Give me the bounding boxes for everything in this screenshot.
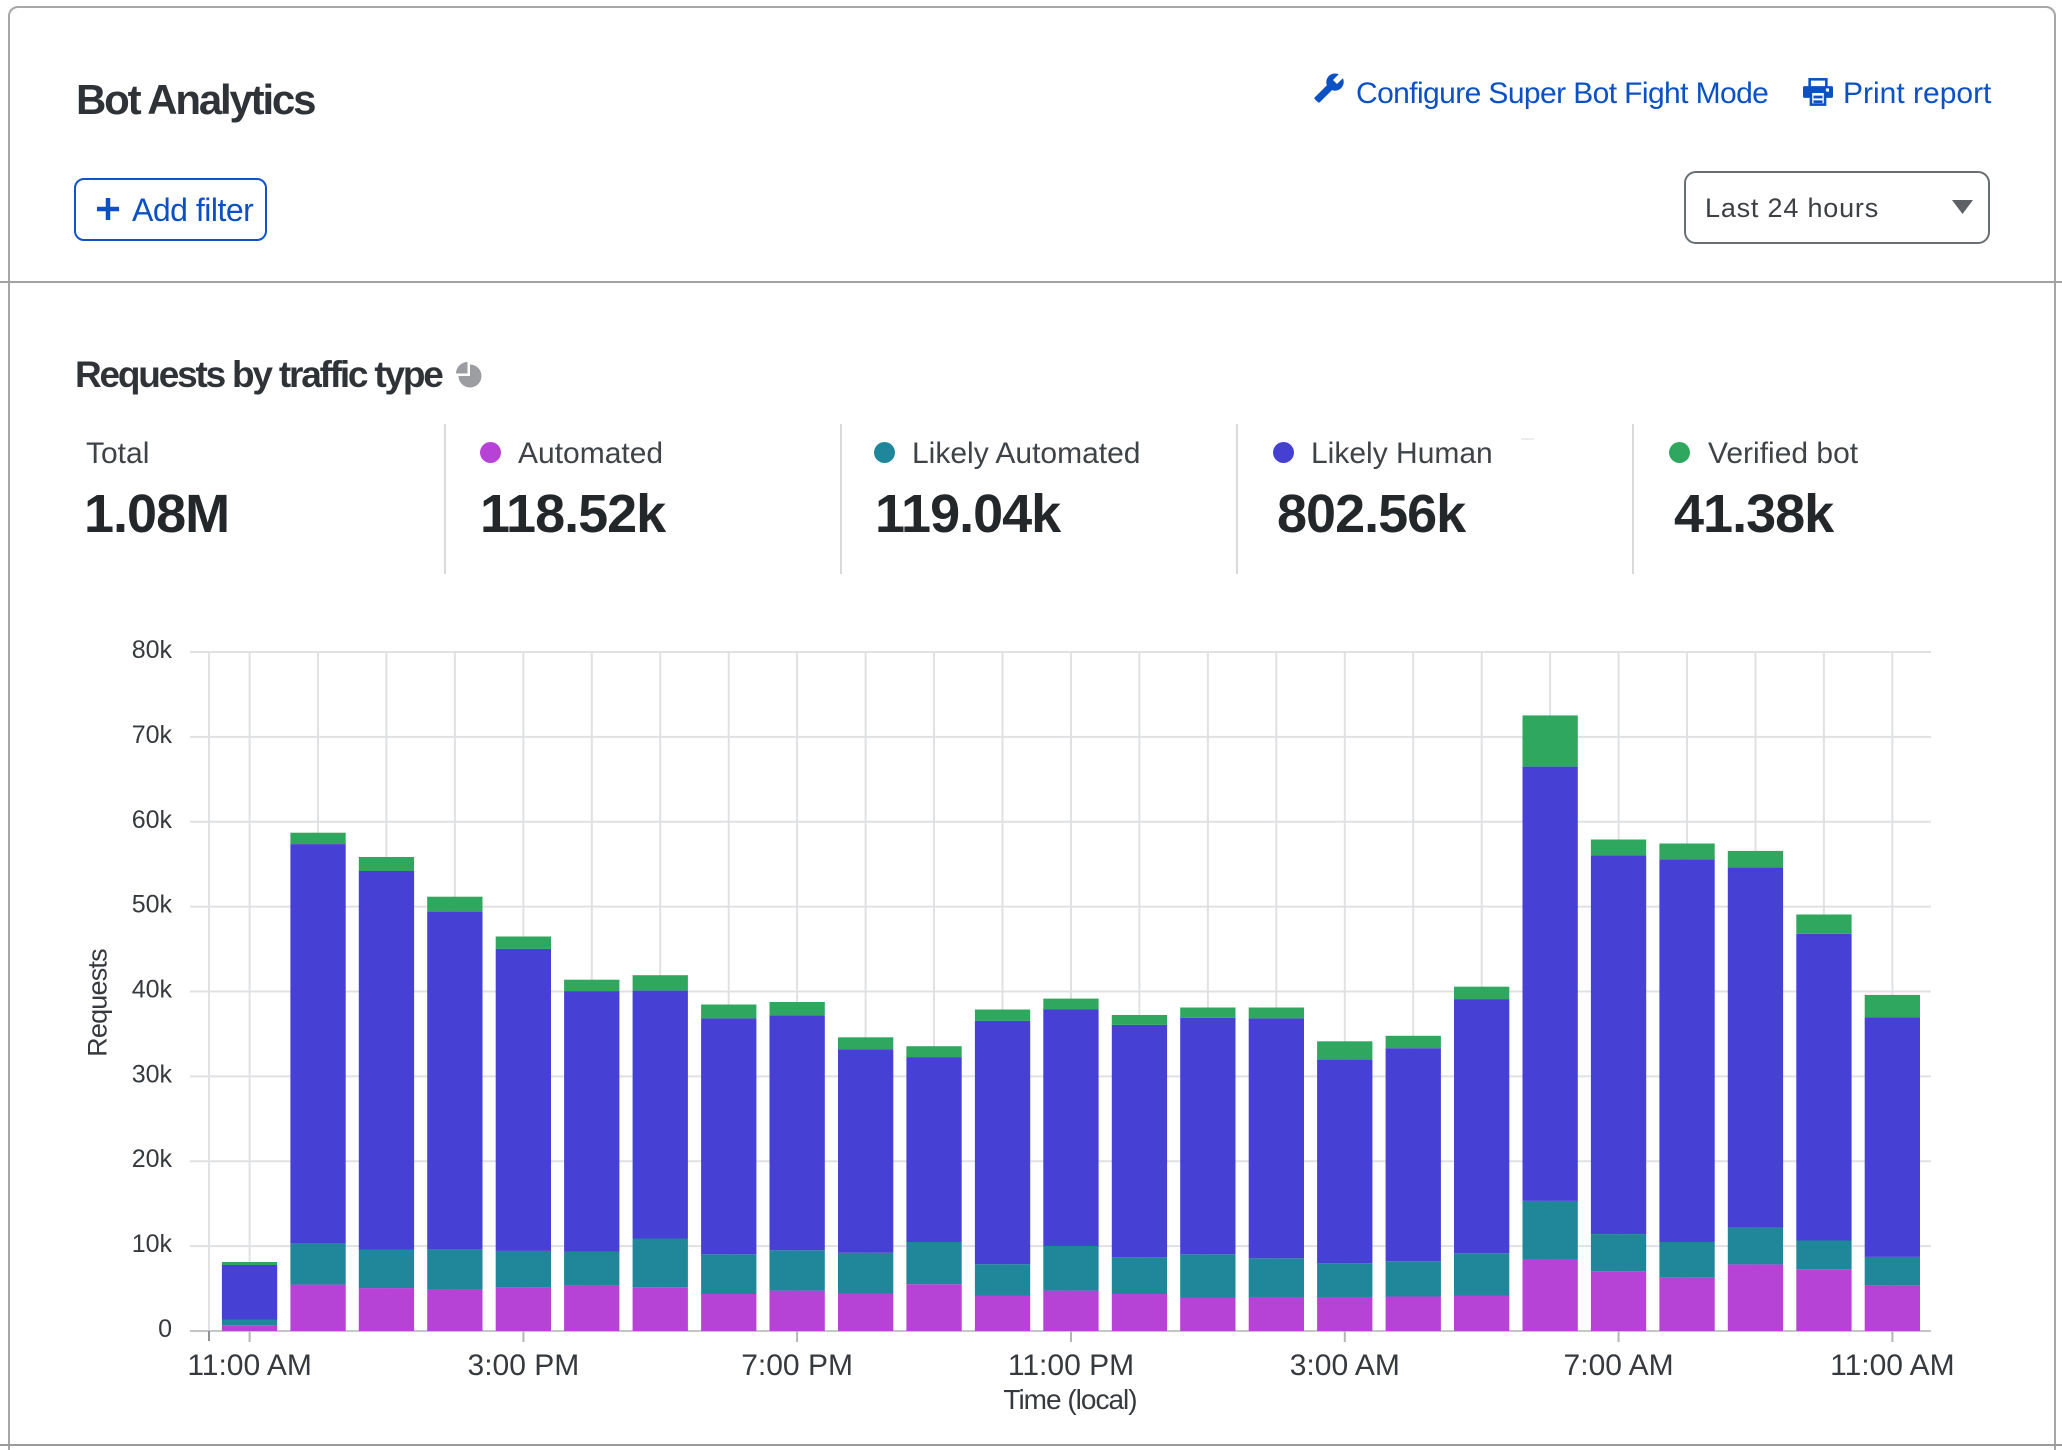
svg-text:7:00 AM: 7:00 AM [1564,1349,1674,1382]
svg-text:11:00 AM: 11:00 AM [187,1349,312,1382]
svg-text:70k: 70k [132,721,173,749]
svg-text:0: 0 [158,1315,172,1343]
svg-text:60k: 60k [132,806,173,834]
svg-text:7:00 PM: 7:00 PM [741,1349,853,1382]
svg-text:3:00 PM: 3:00 PM [468,1349,580,1382]
svg-text:Time (local): Time (local) [1003,1384,1136,1415]
svg-text:11:00 AM: 11:00 AM [1830,1349,1955,1382]
svg-text:10k: 10k [132,1230,173,1258]
svg-text:30k: 30k [132,1060,173,1088]
svg-text:40k: 40k [132,976,173,1004]
svg-text:Requests: Requests [83,949,113,1057]
svg-text:80k: 80k [132,636,173,664]
svg-text:11:00 PM: 11:00 PM [1008,1349,1134,1382]
svg-text:50k: 50k [132,891,173,919]
svg-text:20k: 20k [132,1145,173,1173]
svg-text:3:00 AM: 3:00 AM [1290,1349,1400,1382]
